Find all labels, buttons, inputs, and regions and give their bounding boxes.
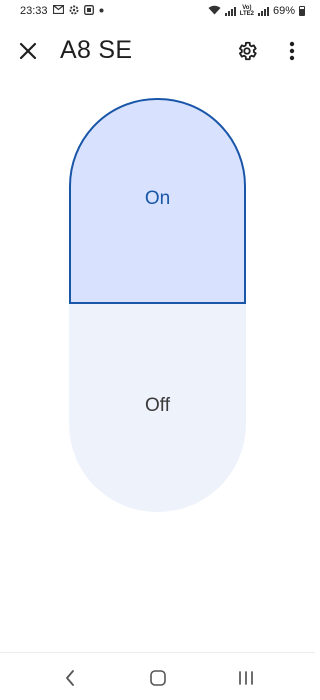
close-icon <box>19 42 37 60</box>
volte-line-2: LTE2 <box>239 11 254 17</box>
status-right: Vo) LTE2 69% <box>208 5 305 18</box>
settings-notification-icon <box>69 5 79 18</box>
power-switch: On Off <box>69 98 246 512</box>
off-segment[interactable]: Off <box>69 304 246 512</box>
app-notification-icon <box>83 4 94 18</box>
close-button[interactable] <box>14 37 42 65</box>
gear-icon <box>239 41 257 61</box>
recents-button[interactable] <box>231 665 261 691</box>
battery-icon <box>299 6 305 16</box>
status-bar: 23:33 Vo) LTE2 69% <box>0 0 315 22</box>
page-title: A8 SE <box>60 36 133 64</box>
settings-button[interactable] <box>233 37 261 65</box>
back-button[interactable] <box>55 665 85 691</box>
volte-icon: Vo) LTE2 <box>240 5 254 17</box>
system-nav-bar <box>0 652 315 700</box>
home-icon <box>150 670 166 686</box>
status-time: 23:33 <box>20 5 48 17</box>
battery-percent: 69% <box>272 5 295 17</box>
recents-icon <box>239 671 253 685</box>
dot-icon <box>99 6 104 16</box>
signal-icon <box>224 6 236 16</box>
back-icon <box>66 670 74 686</box>
status-left: 23:33 <box>20 4 104 18</box>
signal-icon-2 <box>257 6 269 16</box>
more-vert-icon <box>289 41 295 61</box>
on-label: On <box>144 188 171 209</box>
on-segment[interactable]: On <box>69 98 246 304</box>
off-label: Off <box>145 395 170 416</box>
gmail-icon <box>52 4 64 17</box>
more-options-button[interactable] <box>280 37 304 65</box>
wifi-icon <box>208 5 221 18</box>
app-bar: A8 SE <box>0 28 315 74</box>
home-button[interactable] <box>143 665 173 691</box>
